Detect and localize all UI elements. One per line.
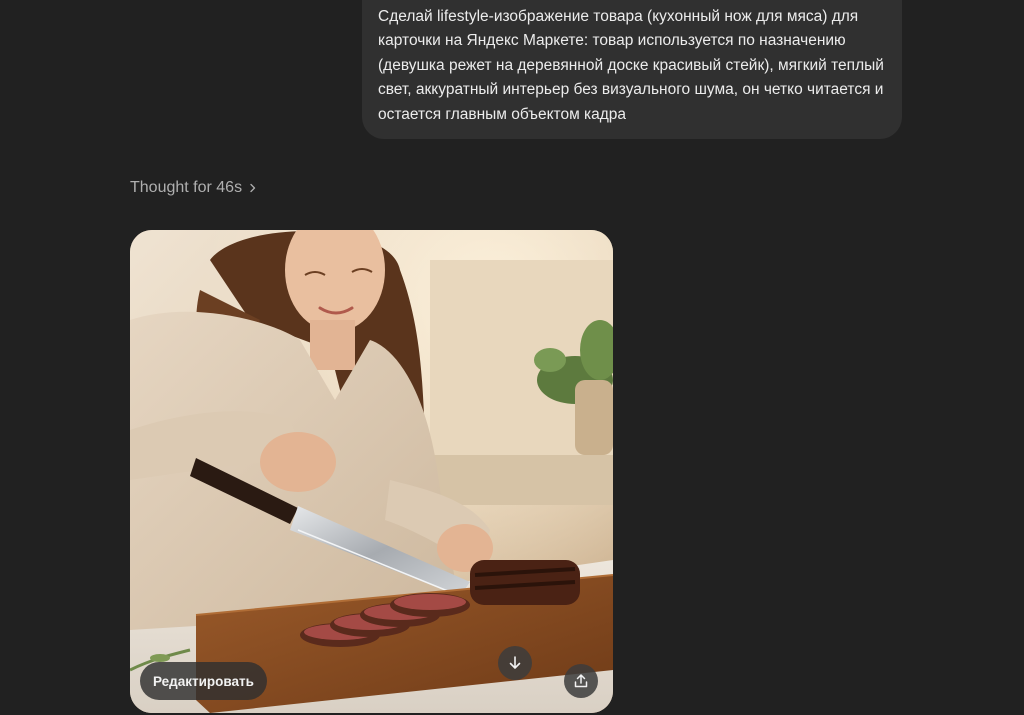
chevron-right-icon xyxy=(250,183,256,193)
share-image-button[interactable] xyxy=(564,664,598,698)
generated-image-card[interactable]: Редактировать xyxy=(130,230,613,713)
thought-label: Thought for 46s xyxy=(130,179,243,196)
download-image-button[interactable] xyxy=(498,646,532,680)
edit-image-label: Редактировать xyxy=(153,673,254,689)
thought-toggle[interactable]: Thought for 46s xyxy=(130,179,258,197)
user-message-bubble: Сделай lifestyle-изображение товара (кух… xyxy=(362,0,902,140)
arrow-down-icon xyxy=(509,656,521,669)
user-message-text: Сделай lifestyle-изображение товара (кух… xyxy=(378,8,884,123)
chat-page: Сделай lifestyle-изображение товара (кух… xyxy=(0,0,1024,715)
generated-image xyxy=(130,230,613,713)
edit-image-button[interactable]: Редактировать xyxy=(140,662,267,700)
share-upload-icon xyxy=(574,674,588,688)
